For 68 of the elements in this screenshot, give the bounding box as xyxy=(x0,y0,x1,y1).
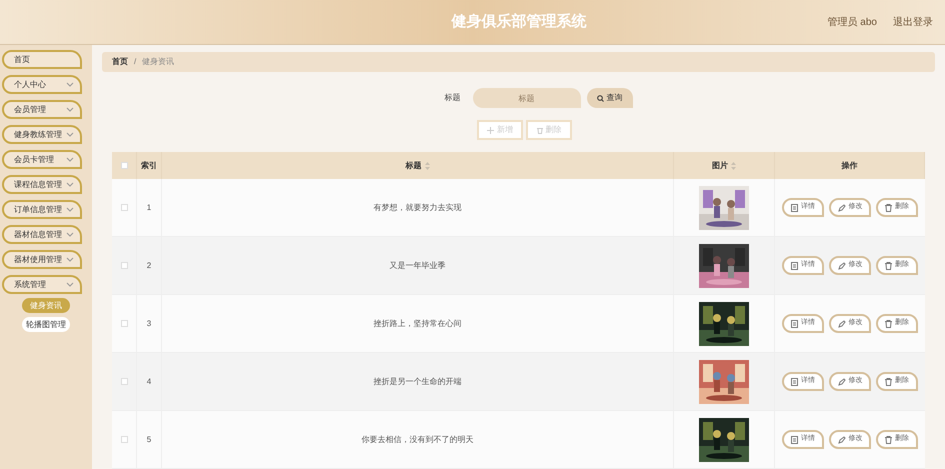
trash-icon xyxy=(885,320,892,328)
search-field[interactable]: 标题 xyxy=(472,88,580,108)
chevron-down-icon xyxy=(66,107,74,112)
document-icon xyxy=(791,262,798,270)
document-icon xyxy=(791,436,798,444)
document-icon xyxy=(791,320,798,328)
search-label: 标题 xyxy=(444,92,460,104)
search-button[interactable]: 查询 xyxy=(586,88,632,108)
column-label: 索引 xyxy=(141,160,157,172)
sidebar-item[interactable]: 课程信息管理 xyxy=(2,175,82,194)
select-all-checkbox[interactable] xyxy=(120,162,128,169)
sort-icon xyxy=(731,162,736,170)
pencil-icon xyxy=(838,436,846,444)
pencil-icon xyxy=(838,320,846,328)
column-label: 标题 xyxy=(406,160,422,172)
trash-icon xyxy=(885,204,892,212)
index-cell: 2 xyxy=(146,260,152,272)
index-cell: 5 xyxy=(146,434,152,446)
index-cell: 1 xyxy=(146,202,152,214)
row-checkbox[interactable] xyxy=(120,320,128,327)
chevron-down-icon xyxy=(66,82,74,87)
submenu-item[interactable]: 轮播图管理 xyxy=(22,317,70,332)
title-cell: 又是一年毕业季 xyxy=(390,260,446,272)
sidebar-item[interactable]: 器材使用管理 xyxy=(2,250,82,269)
title-cell: 你要去相信，没有到不了的明天 xyxy=(362,434,474,446)
trash-icon xyxy=(885,436,892,444)
user-name: 管理员 abo xyxy=(828,16,877,30)
pencil-icon xyxy=(838,204,846,212)
sidebar-item[interactable]: 器材信息管理 xyxy=(2,225,82,244)
row-checkbox[interactable] xyxy=(120,204,128,211)
sort-icon xyxy=(424,162,430,170)
chevron-down-icon xyxy=(66,257,74,262)
row-checkbox[interactable] xyxy=(120,262,128,269)
app-title: 健身俱乐部管理系统 xyxy=(451,12,586,32)
search-icon xyxy=(596,94,604,102)
trash-icon xyxy=(536,126,542,134)
sidebar-item[interactable]: 系统管理 xyxy=(2,275,82,294)
pencil-icon xyxy=(838,262,846,270)
index-cell: 3 xyxy=(146,318,152,330)
title-cell: 挫折是另一个生命的开端 xyxy=(374,376,462,388)
breadcrumb-separator: / xyxy=(134,56,136,68)
row-checkbox[interactable] xyxy=(120,436,128,443)
chevron-down-icon xyxy=(66,232,74,237)
title-cell: 挫折路上，坚持常在心间 xyxy=(374,318,462,330)
breadcrumb-link[interactable]: 首页 xyxy=(112,56,128,68)
column-label: 操作 xyxy=(842,160,858,172)
sidebar-item[interactable]: 会员管理 xyxy=(2,100,82,119)
title-cell: 有梦想，就要努力去实现 xyxy=(374,202,462,214)
index-cell: 4 xyxy=(146,376,152,388)
plus-icon xyxy=(487,126,494,134)
row-checkbox[interactable] xyxy=(120,378,128,385)
column-label: 图片 xyxy=(712,160,728,172)
trash-icon xyxy=(885,378,892,386)
chevron-down-icon xyxy=(66,132,74,137)
trash-icon xyxy=(885,262,892,270)
chevron-down-icon xyxy=(66,207,74,212)
sidebar-item[interactable]: 订单信息管理 xyxy=(2,200,82,219)
sidebar-item[interactable]: 会员卡管理 xyxy=(2,150,82,169)
chevron-down-icon xyxy=(66,182,74,187)
sidebar-item[interactable]: 首页 xyxy=(2,50,82,69)
document-icon xyxy=(791,378,798,386)
chevron-down-icon xyxy=(66,282,74,287)
document-icon xyxy=(791,204,798,212)
chevron-down-icon xyxy=(66,157,74,162)
pencil-icon xyxy=(838,378,846,386)
logout-link[interactable]: 退出登录 xyxy=(893,14,933,30)
sidebar-item[interactable]: 个人中心 xyxy=(2,75,82,94)
sidebar-item[interactable]: 健身教练管理 xyxy=(2,125,82,144)
